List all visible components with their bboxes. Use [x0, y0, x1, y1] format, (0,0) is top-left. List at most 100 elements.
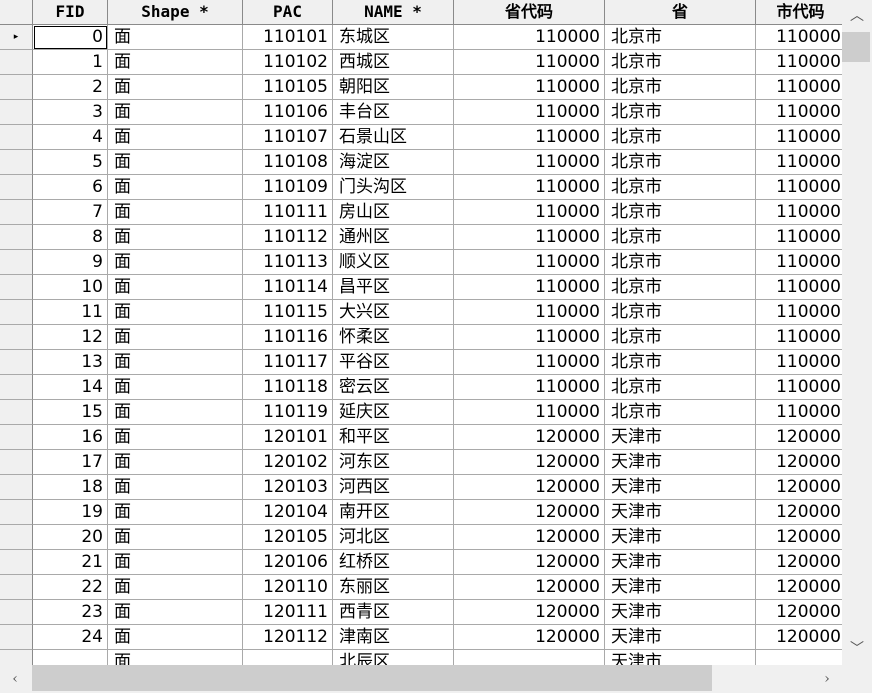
province-cell[interactable]: 天津市 — [605, 600, 756, 625]
column-header-name[interactable]: NAME * — [333, 0, 454, 25]
table-row[interactable]: 8 面 110112 通州区 110000 北京市 110000 — [0, 225, 842, 250]
name-cell[interactable]: 朝阳区 — [333, 75, 454, 100]
fid-cell[interactable]: 17 — [33, 450, 108, 475]
name-cell[interactable]: 大兴区 — [333, 300, 454, 325]
pac-cell[interactable]: 120104 — [243, 500, 333, 525]
city-code-cell[interactable]: 120000 — [756, 500, 842, 525]
table-row[interactable]: 2 面 110105 朝阳区 110000 北京市 110000 — [0, 75, 842, 100]
name-cell[interactable]: 房山区 — [333, 200, 454, 225]
row-selector[interactable] — [0, 550, 33, 575]
fid-cell[interactable]: 14 — [33, 375, 108, 400]
table-row[interactable]: 20 面 120105 河北区 120000 天津市 120000 — [0, 525, 842, 550]
province-cell[interactable]: 北京市 — [605, 150, 756, 175]
table-row[interactable]: 5 面 110108 海淀区 110000 北京市 110000 — [0, 150, 842, 175]
province-cell[interactable]: 北京市 — [605, 375, 756, 400]
column-header-city-code[interactable]: 市代码 — [756, 0, 842, 25]
shape-cell[interactable]: 面 — [108, 275, 243, 300]
pac-cell[interactable]: 110117 — [243, 350, 333, 375]
city-code-cell[interactable]: 110000 — [756, 350, 842, 375]
table-row[interactable]: 22 面 120110 东丽区 120000 天津市 120000 — [0, 575, 842, 600]
city-code-cell[interactable]: 110000 — [756, 100, 842, 125]
city-code-cell[interactable]: 110000 — [756, 275, 842, 300]
shape-cell[interactable]: 面 — [108, 175, 243, 200]
row-selector[interactable] — [0, 250, 33, 275]
province-cell[interactable]: 天津市 — [605, 575, 756, 600]
shape-cell[interactable]: 面 — [108, 525, 243, 550]
chevron-up-icon[interactable]: ︿ — [842, 0, 872, 32]
table-row[interactable]: 4 面 110107 石景山区 110000 北京市 110000 — [0, 125, 842, 150]
fid-cell[interactable]: 0 — [33, 25, 108, 50]
horizontal-scrollbar[interactable]: ‹ › — [0, 665, 842, 693]
fid-cell[interactable]: 5 — [33, 150, 108, 175]
row-selector[interactable] — [0, 525, 33, 550]
city-code-cell[interactable]: 110000 — [756, 300, 842, 325]
row-selector[interactable] — [0, 175, 33, 200]
shape-cell[interactable]: 面 — [108, 200, 243, 225]
name-cell[interactable]: 和平区 — [333, 425, 454, 450]
name-cell[interactable]: 海淀区 — [333, 150, 454, 175]
province-cell[interactable]: 北京市 — [605, 175, 756, 200]
city-code-cell[interactable]: 110000 — [756, 25, 842, 50]
name-cell[interactable]: 南开区 — [333, 500, 454, 525]
row-selector[interactable] — [0, 50, 33, 75]
row-selector[interactable] — [0, 450, 33, 475]
province-cell[interactable]: 天津市 — [605, 425, 756, 450]
fid-cell[interactable]: 6 — [33, 175, 108, 200]
pac-cell[interactable]: 120111 — [243, 600, 333, 625]
province-code-cell[interactable]: 120000 — [454, 425, 605, 450]
fid-cell[interactable]: 23 — [33, 600, 108, 625]
province-code-cell[interactable]: 120000 — [454, 475, 605, 500]
row-selector[interactable] — [0, 200, 33, 225]
row-selector[interactable] — [0, 500, 33, 525]
shape-cell[interactable]: 面 — [108, 425, 243, 450]
table-row[interactable]: 9 面 110113 顺义区 110000 北京市 110000 — [0, 250, 842, 275]
table-row[interactable]: ▸ 0 面 110101 东城区 110000 北京市 110000 — [0, 25, 842, 50]
province-cell[interactable]: 北京市 — [605, 275, 756, 300]
province-code-cell[interactable] — [454, 650, 605, 665]
pac-cell[interactable]: 110108 — [243, 150, 333, 175]
name-cell[interactable]: 丰台区 — [333, 100, 454, 125]
chevron-down-icon[interactable]: ﹀ — [842, 633, 872, 665]
province-code-cell[interactable]: 120000 — [454, 550, 605, 575]
table-row[interactable]: 16 面 120101 和平区 120000 天津市 120000 — [0, 425, 842, 450]
province-cell[interactable]: 天津市 — [605, 475, 756, 500]
vertical-scrollbar[interactable]: ︿ ﹀ — [842, 0, 872, 665]
name-cell[interactable]: 延庆区 — [333, 400, 454, 425]
shape-cell[interactable]: 面 — [108, 550, 243, 575]
pac-cell[interactable]: 110109 — [243, 175, 333, 200]
name-cell[interactable]: 西青区 — [333, 600, 454, 625]
province-cell[interactable]: 天津市 — [605, 450, 756, 475]
table-row[interactable]: 11 面 110115 大兴区 110000 北京市 110000 — [0, 300, 842, 325]
province-code-cell[interactable]: 110000 — [454, 275, 605, 300]
province-code-cell[interactable]: 110000 — [454, 200, 605, 225]
name-cell[interactable]: 东丽区 — [333, 575, 454, 600]
name-cell[interactable]: 东城区 — [333, 25, 454, 50]
province-code-cell[interactable]: 110000 — [454, 300, 605, 325]
pac-cell[interactable]: 110115 — [243, 300, 333, 325]
province-code-cell[interactable]: 110000 — [454, 75, 605, 100]
province-cell[interactable]: 北京市 — [605, 300, 756, 325]
fid-cell[interactable]: 11 — [33, 300, 108, 325]
name-cell[interactable]: 门头沟区 — [333, 175, 454, 200]
province-code-cell[interactable]: 110000 — [454, 225, 605, 250]
name-cell[interactable]: 通州区 — [333, 225, 454, 250]
shape-cell[interactable]: 面 — [108, 400, 243, 425]
province-cell[interactable]: 北京市 — [605, 25, 756, 50]
fid-cell[interactable]: 2 — [33, 75, 108, 100]
table-row[interactable]: 17 面 120102 河东区 120000 天津市 120000 — [0, 450, 842, 475]
row-selector[interactable] — [0, 150, 33, 175]
pac-cell[interactable]: 120106 — [243, 550, 333, 575]
row-selector[interactable] — [0, 375, 33, 400]
fid-cell[interactable]: 21 — [33, 550, 108, 575]
shape-cell[interactable]: 面 — [108, 300, 243, 325]
name-cell[interactable]: 红桥区 — [333, 550, 454, 575]
pac-cell[interactable]: 120102 — [243, 450, 333, 475]
province-code-cell[interactable]: 120000 — [454, 575, 605, 600]
shape-cell[interactable]: 面 — [108, 450, 243, 475]
city-code-cell[interactable]: 110000 — [756, 150, 842, 175]
shape-cell[interactable]: 面 — [108, 325, 243, 350]
name-cell[interactable]: 怀柔区 — [333, 325, 454, 350]
province-code-cell[interactable]: 110000 — [454, 250, 605, 275]
fid-cell[interactable]: 20 — [33, 525, 108, 550]
table-row[interactable]: 3 面 110106 丰台区 110000 北京市 110000 — [0, 100, 842, 125]
